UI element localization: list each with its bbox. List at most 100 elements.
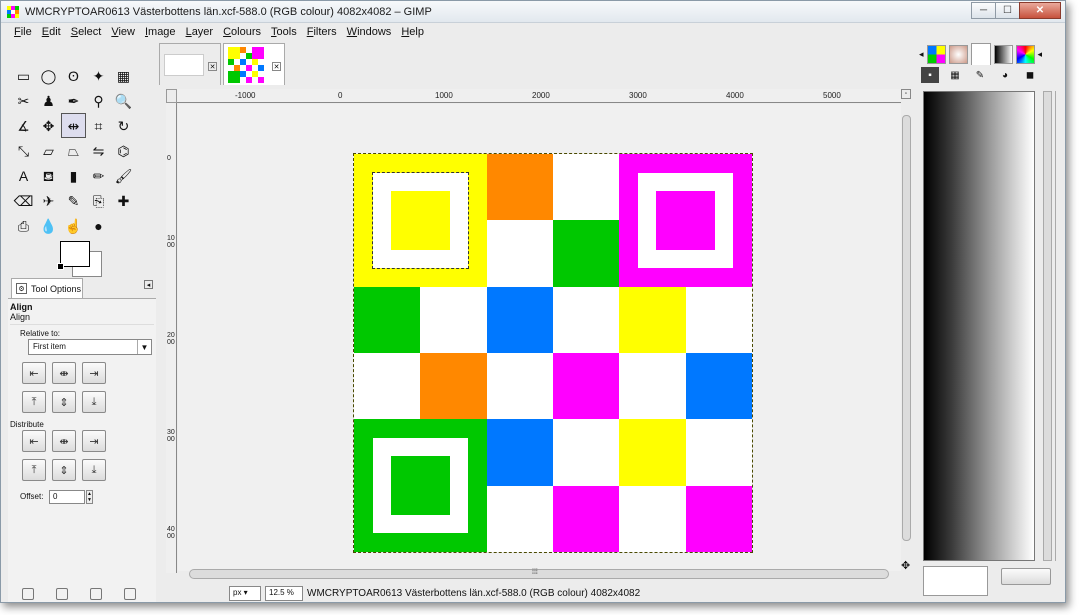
perspective-icon[interactable]: ⏢ [61,138,86,163]
crop-icon[interactable]: ⌗ [86,113,111,138]
delete-options-icon[interactable] [90,588,102,600]
airbrush-icon[interactable]: ✈ [36,188,61,213]
clone-icon[interactable]: ⎘ [86,188,111,213]
menu-filters[interactable]: Filters [302,26,342,38]
quick-mask-icon[interactable] [166,89,177,103]
smudge-icon[interactable]: ☝ [61,213,86,238]
menu-file[interactable]: File [9,26,37,38]
align-top-edge-button[interactable]: ⤒ [22,391,46,413]
gradient-preview[interactable] [923,91,1035,561]
maximize-button[interactable]: ☐ [995,2,1020,19]
free-select-icon[interactable]: ʘ [61,63,86,88]
distribute-top-button[interactable]: ⤒ [22,459,46,481]
relative-to-select[interactable]: First item ▼ [28,339,152,355]
chevron-left-icon[interactable]: ◂ [919,49,924,60]
dock-menu-icon[interactable]: ◂ [1038,49,1043,60]
offset-spinner[interactable]: ▲ ▼ [86,490,93,504]
foreground-color-swatch[interactable] [60,241,90,267]
title-bar[interactable]: WMCRYPTOAR0613 Västerbottens län.xcf-588… [1,1,1065,23]
close-button[interactable]: ✕ [1019,2,1061,19]
palette-icon[interactable]: ◼ [1021,67,1039,83]
distribute-center-horizontal-button[interactable]: ⇼ [52,430,76,452]
edit-button[interactable] [1001,568,1051,585]
blend-icon[interactable]: ▮ [61,163,86,188]
restore-options-icon[interactable] [56,588,68,600]
menu-view[interactable]: View [106,26,140,38]
ink-icon[interactable]: ✎ [61,188,86,213]
menu-layer[interactable]: Layer [181,26,219,38]
distribute-left-button[interactable]: ⇤ [22,430,46,452]
image-artwork[interactable] [353,153,753,553]
close-icon[interactable]: ✕ [208,62,217,71]
blur-icon[interactable]: 💧 [36,213,61,238]
tool-options-tab[interactable]: ⚙ Tool Options [11,278,83,298]
scale-icon[interactable]: ⤡ [11,138,36,163]
align-left-edge-button[interactable]: ⇤ [22,362,46,384]
dodge-burn-icon[interactable]: ● [86,213,111,238]
paintbrush-icon[interactable]: ✎ [971,67,989,83]
measure-icon[interactable]: ∡ [11,113,36,138]
default-colors-icon[interactable] [57,263,64,270]
color-area[interactable] [57,241,106,277]
text-icon[interactable]: A [11,163,36,188]
color-picker-icon[interactable]: ⚲ [86,88,111,113]
menu-select[interactable]: Select [66,26,107,38]
gradients-tab[interactable] [993,44,1013,64]
distribute-right-button[interactable]: ⇥ [82,430,106,452]
close-icon[interactable]: ✕ [272,62,281,71]
heal-icon[interactable]: ✚ [111,188,136,213]
align-icon[interactable]: ⇹ [61,113,86,138]
image-tab-blank[interactable]: ✕ [159,43,221,85]
vertical-scroll-thumb[interactable] [902,115,911,541]
horizontal-scrollbar[interactable]: ⁞⁞⁞ [189,569,889,579]
eraser-icon[interactable]: ⌫ [11,188,36,213]
vertical-scrollbar[interactable]: ▫ ✥ [901,89,913,575]
patterns-icon[interactable]: ▦ [946,67,964,83]
menu-image[interactable]: Image [140,26,181,38]
menu-help[interactable]: Help [396,26,429,38]
zoom-icon[interactable]: 🔍 [111,88,136,113]
fuzzy-select-icon[interactable]: ✦ [86,63,111,88]
align-center-horizontal-button[interactable]: ⇼ [52,362,76,384]
unit-select[interactable]: px ▾ [229,585,261,601]
align-center-vertical-button[interactable]: ⇕ [52,391,76,413]
align-right-edge-button[interactable]: ⇥ [82,362,106,384]
bucket-fill-icon[interactable]: ⛾ [36,163,61,188]
scissors-select-icon[interactable]: ✂ [11,88,36,113]
flip-icon[interactable]: ⇋ [86,138,111,163]
tab-layers[interactable] [970,43,991,65]
menu-windows[interactable]: Windows [342,26,397,38]
canvas[interactable] [178,104,901,571]
navigate-icon[interactable]: ✥ [901,559,910,572]
brushes-tab[interactable] [948,44,968,64]
menu-edit[interactable]: Edit [37,26,66,38]
minimize-button[interactable]: ─ [971,2,996,19]
zoom-toggle-icon[interactable]: ▫ [901,89,911,99]
cage-transform-icon[interactable]: ⌬ [111,138,136,163]
image-tab-active[interactable]: ✕ [223,43,285,85]
dock-scrollbar[interactable] [1043,91,1052,561]
vertical-ruler[interactable]: 0 1000 2000 3000 4000 [166,103,177,573]
menu-tools[interactable]: Tools [266,26,302,38]
shear-icon[interactable]: ▱ [36,138,61,163]
color-select-icon[interactable]: ▦ [111,63,136,88]
paths-icon[interactable]: ✒ [61,88,86,113]
tab-menu-icon[interactable]: ◂ [144,280,153,289]
move-icon[interactable]: ✥ [36,113,61,138]
ellipse-select-icon[interactable]: ◯ [36,63,61,88]
images-tab[interactable] [926,44,946,64]
reset-options-icon[interactable] [124,588,136,600]
horizontal-ruler[interactable]: -1000 0 1000 2000 3000 4000 5000 [177,89,901,103]
align-bottom-edge-button[interactable]: ⤓ [82,391,106,413]
perspective-clone-icon[interactable]: ⎙ [11,213,36,238]
menu-colours[interactable]: Colours [218,26,266,38]
zoom-select[interactable]: 12.5 % [265,585,303,601]
distribute-center-vertical-button[interactable]: ⇕ [52,459,76,481]
color-wheel-icon[interactable]: ◕ [996,67,1014,83]
paintbrush-icon[interactable]: 🖌 [111,163,136,188]
save-options-icon[interactable] [22,588,34,600]
rotate-icon[interactable]: ↻ [111,113,136,138]
foreground-select-icon[interactable]: ♟ [36,88,61,113]
palettes-tab[interactable] [1015,44,1035,64]
offset-field[interactable]: 0 [49,490,85,504]
